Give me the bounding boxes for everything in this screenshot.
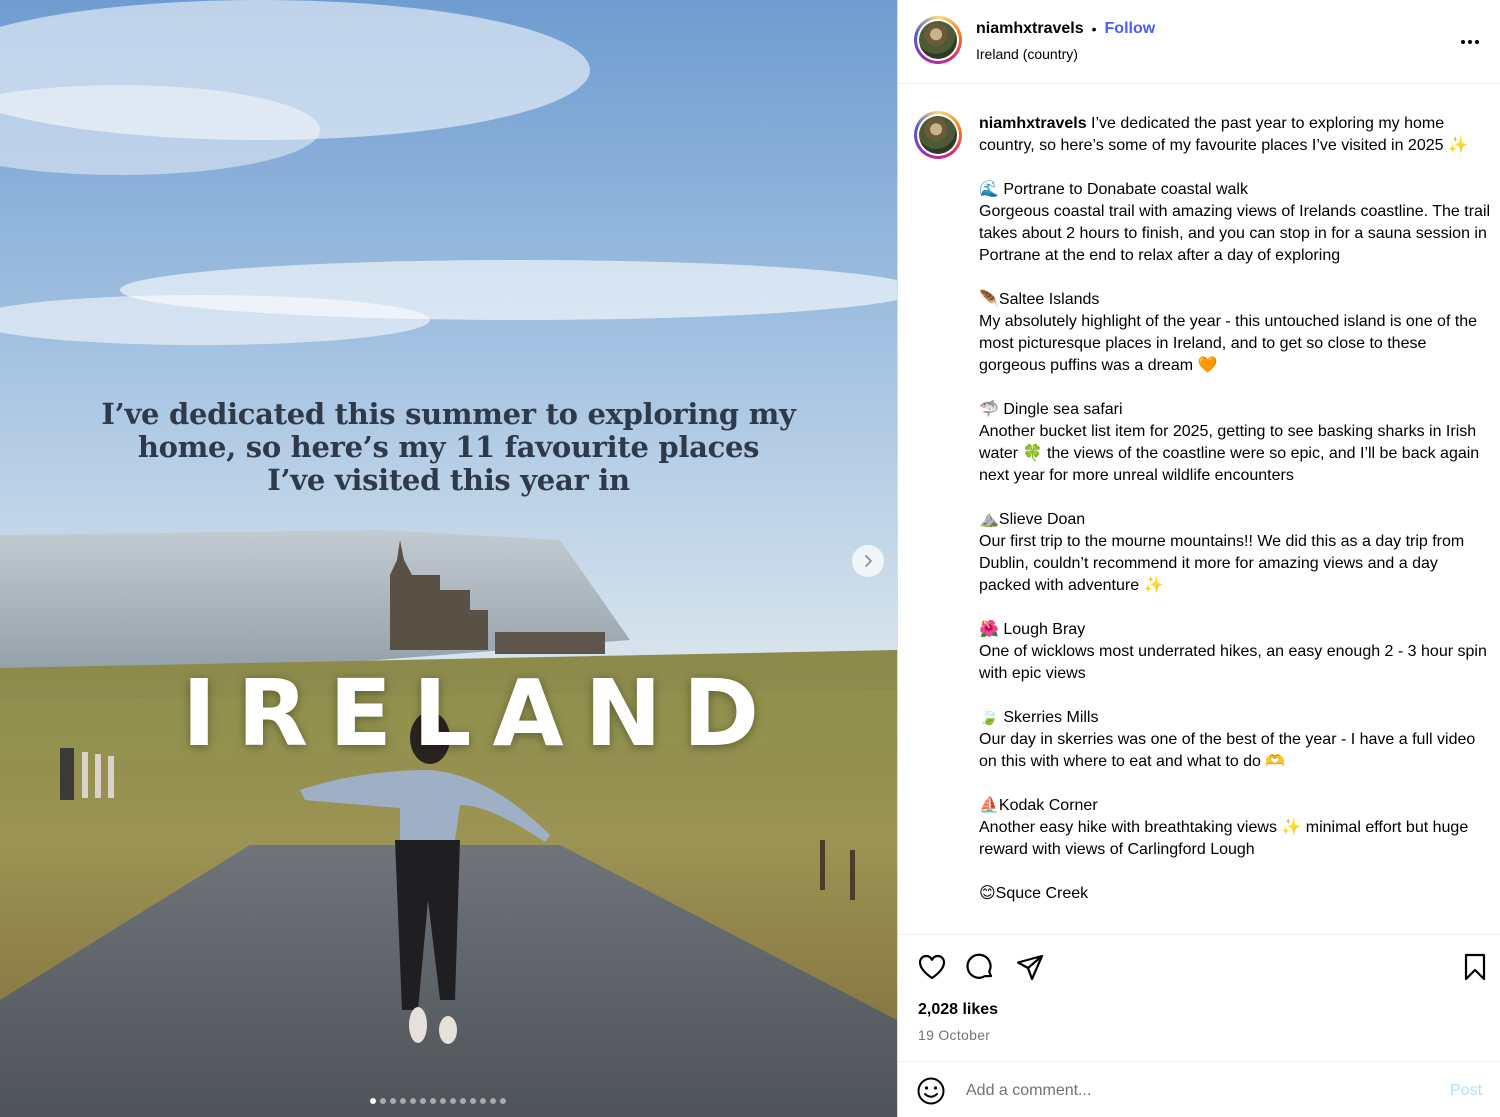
carousel-dot	[370, 1098, 376, 1104]
post-media[interactable]: I’ve dedicated this summer to exploring …	[0, 0, 897, 1117]
carousel-dot	[430, 1098, 436, 1104]
post-comment-button[interactable]: Post	[1450, 1082, 1482, 1100]
caption-entry-body: Our first trip to the mourne mountains!!…	[979, 533, 1465, 594]
carousel-dot	[400, 1098, 406, 1104]
comment-icon[interactable]	[964, 951, 996, 983]
caption-entry: 🦈 Dingle sea safari Another bucket list i…	[979, 399, 1491, 487]
carousel-dot	[480, 1098, 486, 1104]
caption-avatar[interactable]	[914, 111, 962, 159]
post-actions: 2,028 likes 19 October	[898, 934, 1500, 1060]
carousel-dot	[500, 1098, 506, 1104]
overlay-line: home, so here’s my 11 favourite places	[137, 430, 760, 464]
carousel-next-button[interactable]	[852, 545, 884, 577]
carousel-dot	[470, 1098, 476, 1104]
caption-entry-body: Our day in skerries was one of the best …	[979, 731, 1476, 770]
username-link[interactable]: niamhxtravels	[976, 20, 1084, 38]
chevron-right-icon	[865, 555, 872, 567]
caption-entries: 🌊 Portrane to Donabate coastal walk Gorge…	[979, 179, 1491, 905]
overlay-line: I’ve dedicated this summer to exploring …	[101, 397, 796, 431]
caption-entry: 🌺 Lough Bray One of wicklows most underra…	[979, 619, 1491, 685]
carousel-dot	[490, 1098, 496, 1104]
caption-entry-title: ⛰️Slieve Doan	[979, 511, 1086, 528]
carousel-dot	[420, 1098, 426, 1104]
caption-entry: 🌊 Portrane to Donabate coastal walk Gorge…	[979, 179, 1491, 267]
caption-entry-body: One of wicklows most underrated hikes, a…	[979, 643, 1487, 682]
heart-icon[interactable]	[916, 951, 948, 983]
caption-entry: 😊Squce Creek	[979, 883, 1491, 905]
photo-title: IRELAND	[182, 660, 781, 767]
carousel-indicator	[370, 1098, 506, 1104]
caption-entry: 🪶Saltee Islands My absolutely highlight o…	[979, 289, 1491, 377]
carousel-dot	[450, 1098, 456, 1104]
comment-input[interactable]	[966, 1076, 1426, 1106]
comment-bar: Post	[898, 1061, 1500, 1117]
caption: niamhxtravels I’ve dedicated the past ye…	[979, 113, 1491, 927]
carousel-dot	[440, 1098, 446, 1104]
caption-entry-title: 🍃 Skerries Mills	[979, 709, 1099, 726]
caption-scroll-area[interactable]: niamhxtravels I’ve dedicated the past ye…	[898, 85, 1500, 933]
carousel-dot	[460, 1098, 466, 1104]
post-side-panel: niamhxtravels • Follow Ireland (country)…	[897, 0, 1500, 1117]
caption-entry-title: 🦈 Dingle sea safari	[979, 401, 1123, 418]
caption-username[interactable]: niamhxtravels	[979, 115, 1087, 132]
caption-entry-body: My absolutely highlight of the year - th…	[979, 313, 1478, 374]
post-photo	[0, 0, 897, 1117]
more-options-icon[interactable]	[1454, 30, 1486, 54]
follow-button[interactable]: Follow	[1105, 20, 1156, 38]
bookmark-icon[interactable]	[1459, 951, 1491, 983]
overlay-line: I’ve visited this year in	[267, 463, 630, 497]
caption-entry: ⛵Kodak Corner Another easy hike with brea…	[979, 795, 1491, 861]
caption-entry-body: Another easy hike with breathtaking view…	[979, 819, 1469, 858]
caption-entry-title: 😊Squce Creek	[979, 885, 1089, 902]
caption-entry-title: 🌊 Portrane to Donabate coastal walk	[979, 181, 1248, 198]
caption-entry-body: Gorgeous coastal trail with amazing view…	[979, 203, 1491, 264]
carousel-dot	[380, 1098, 386, 1104]
emoji-icon[interactable]	[916, 1076, 946, 1106]
separator-dot: •	[1091, 21, 1097, 37]
avatar[interactable]	[914, 16, 962, 64]
caption-entry-body: Another bucket list item for 2025, getti…	[979, 423, 1480, 484]
caption-entry-title: 🌺 Lough Bray	[979, 621, 1086, 638]
post-date[interactable]: 19 October	[918, 1027, 990, 1043]
likes-count[interactable]: 2,028 likes	[918, 1001, 998, 1019]
caption-entry: 🍃 Skerries Mills Our day in skerries was …	[979, 707, 1491, 773]
photo-overlay-text: I’ve dedicated this summer to exploring …	[0, 398, 897, 497]
caption-entry-title: ⛵Kodak Corner	[979, 797, 1098, 814]
caption-entry-title: 🪶Saltee Islands	[979, 291, 1100, 308]
carousel-dot	[410, 1098, 416, 1104]
location-link[interactable]: Ireland (country)	[976, 46, 1078, 62]
caption-entry: ⛰️Slieve Doan Our first trip to the mourn…	[979, 509, 1491, 597]
share-icon[interactable]	[1014, 951, 1046, 983]
post-header: niamhxtravels • Follow Ireland (country)	[898, 0, 1500, 84]
carousel-dot	[390, 1098, 396, 1104]
